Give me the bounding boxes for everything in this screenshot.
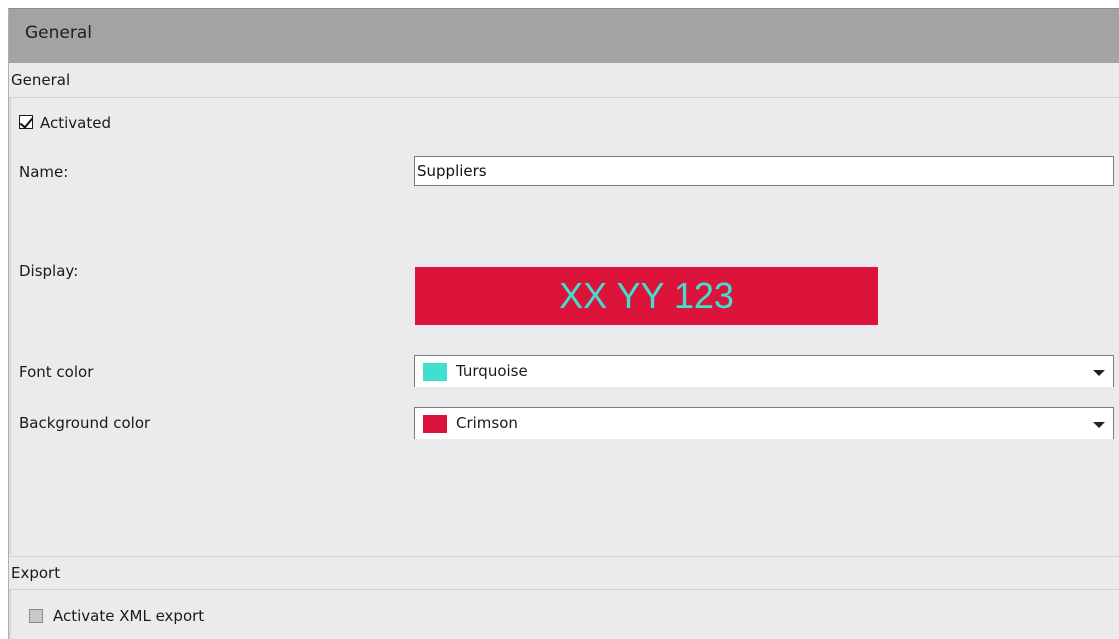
activated-checkbox[interactable] — [19, 115, 33, 129]
display-preview: XX YY 123 — [415, 267, 878, 325]
title-bar: General — [9, 8, 1119, 63]
xml-export-checkbox[interactable] — [29, 609, 43, 623]
general-section-title: General — [11, 71, 71, 89]
display-label: Display: — [19, 262, 79, 280]
chevron-down-icon[interactable] — [1093, 422, 1105, 428]
background-color-dropdown[interactable]: Crimson — [414, 407, 1114, 439]
name-input[interactable] — [414, 156, 1114, 186]
export-section-header[interactable]: Export — [9, 556, 1119, 590]
xml-export-label[interactable]: Activate XML export — [53, 607, 204, 625]
turquoise-swatch-icon — [423, 363, 447, 381]
activated-label[interactable]: Activated — [40, 114, 111, 132]
font-color-value: Turquoise — [456, 362, 528, 380]
background-color-label: Background color — [19, 414, 151, 432]
settings-panel: General General Activated Name: Display:… — [8, 8, 1119, 639]
background-color-value: Crimson — [456, 414, 518, 432]
name-label: Name: — [19, 163, 69, 181]
chevron-down-icon[interactable] — [1093, 370, 1105, 376]
general-section-header[interactable]: General — [9, 64, 1119, 98]
panel-title: General — [25, 23, 92, 43]
font-color-dropdown[interactable]: Turquoise — [414, 355, 1114, 387]
export-section-title: Export — [11, 564, 61, 582]
crimson-swatch-icon — [423, 415, 447, 433]
font-color-label: Font color — [19, 363, 94, 381]
